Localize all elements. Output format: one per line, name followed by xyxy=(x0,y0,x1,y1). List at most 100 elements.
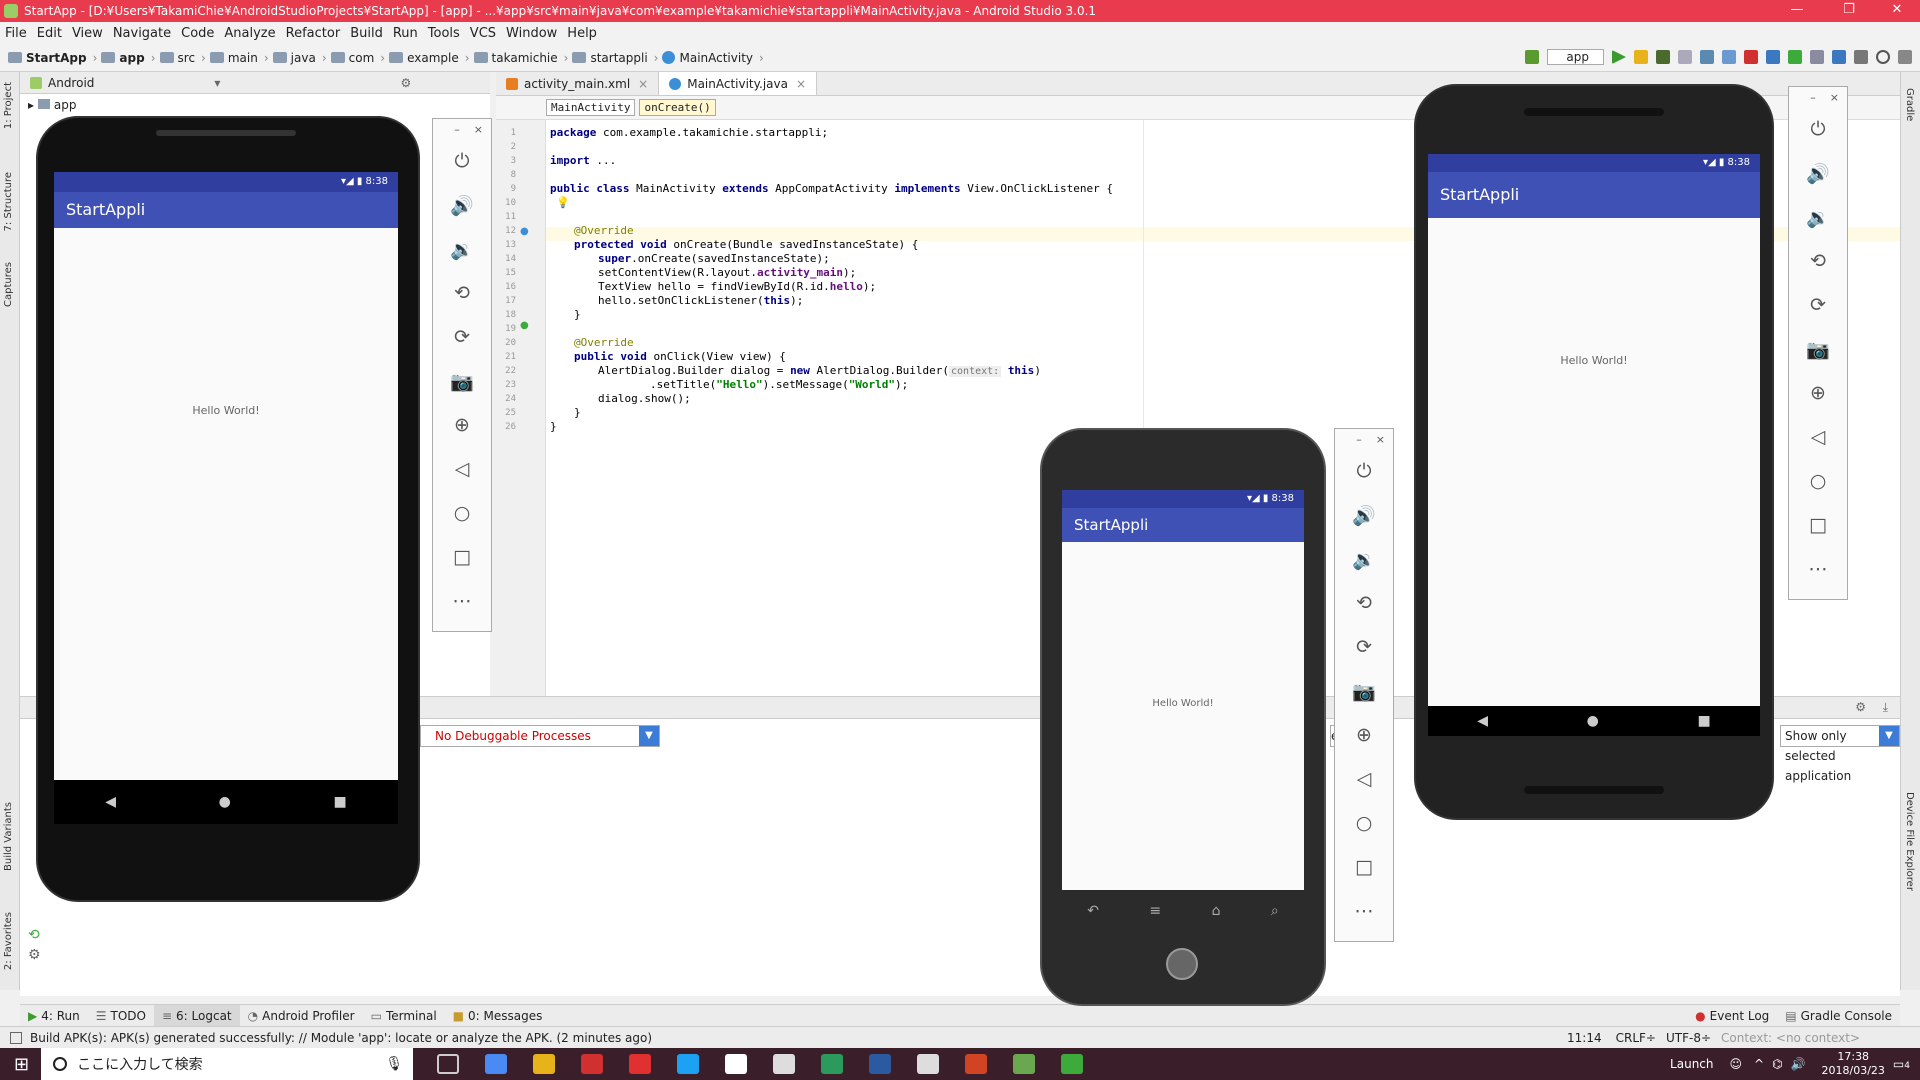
tab-logcat[interactable]: ≡ 6: Logcat xyxy=(153,1004,240,1027)
back-icon[interactable]: ◀ xyxy=(105,794,116,810)
lightbulb-icon[interactable]: 💡 xyxy=(556,196,570,209)
zoom-icon[interactable]: ⊕ xyxy=(1356,713,1372,757)
taskbar-clock[interactable]: 17:38 2018/03/23 xyxy=(1822,1050,1885,1078)
trackball[interactable] xyxy=(1166,948,1198,980)
tab-messages[interactable]: ■ 0: Messages xyxy=(445,1005,551,1027)
cursor-position[interactable]: 11:14 xyxy=(1567,1031,1602,1045)
notification-icon[interactable]: ▭4 xyxy=(1893,1057,1910,1071)
network-icon[interactable]: ⌬ xyxy=(1772,1057,1782,1071)
tab-mainactivity-java[interactable]: MainActivity.java × xyxy=(659,72,818,95)
more-icon[interactable]: ⋯ xyxy=(453,579,472,623)
recents-icon[interactable]: ■ xyxy=(333,794,346,810)
chrome-icon[interactable] xyxy=(485,1054,508,1074)
rotate-right-icon[interactable]: ⟳ xyxy=(1810,283,1826,327)
volume-down-icon[interactable]: 🔉 xyxy=(1806,195,1830,239)
more-icon[interactable]: ⋯ xyxy=(1809,547,1828,591)
tool-device-file-explorer[interactable]: Device File Explorer xyxy=(1904,792,1915,891)
rotate-left-icon[interactable]: ⟲ xyxy=(454,271,470,315)
menu-run[interactable]: Run xyxy=(388,26,423,41)
home-icon[interactable]: ○ xyxy=(454,491,471,535)
home-icon[interactable]: ○ xyxy=(1810,459,1827,503)
project-view-select[interactable]: Android xyxy=(48,76,94,90)
debug-icon[interactable] xyxy=(1656,50,1670,64)
tool-favorites[interactable]: 2: Favorites xyxy=(3,912,14,970)
rotate-left-icon[interactable]: ⟲ xyxy=(1356,581,1372,625)
implement-marker-icon[interactable]: ● xyxy=(520,320,529,331)
toggle-tool-windows-icon[interactable] xyxy=(10,1031,22,1044)
tab-activity-main-xml[interactable]: activity_main.xml × xyxy=(496,72,660,95)
search-icon[interactable]: ⌕ xyxy=(1271,903,1279,919)
structure-icon[interactable] xyxy=(1810,50,1824,64)
volume-up-icon[interactable]: 🔊 xyxy=(1352,493,1376,537)
rotate-left-icon[interactable]: ⟲ xyxy=(1810,239,1826,283)
emulator-icon[interactable] xyxy=(1061,1054,1084,1074)
home-icon[interactable]: ⌂ xyxy=(1212,903,1221,919)
menu-file[interactable]: File xyxy=(0,26,32,41)
back-icon[interactable]: ↶ xyxy=(1087,903,1099,919)
close-icon[interactable]: × xyxy=(796,77,806,91)
power-icon[interactable]: ⏻ xyxy=(1356,449,1371,493)
make-project-icon[interactable] xyxy=(1525,50,1540,64)
crumb-mainactivity[interactable]: MainActivity › xyxy=(662,51,764,65)
task-view-icon[interactable] xyxy=(437,1054,460,1074)
home-icon[interactable]: ● xyxy=(219,794,231,810)
menu-edit[interactable]: Edit xyxy=(32,26,67,41)
minimize-button[interactable]: — xyxy=(1774,0,1820,22)
zoom-icon[interactable]: ⊕ xyxy=(1810,371,1826,415)
publisher-icon[interactable] xyxy=(821,1054,844,1074)
tab-terminal[interactable]: ▭ Terminal xyxy=(363,1005,445,1027)
file-explorer-icon[interactable] xyxy=(533,1054,556,1074)
menu-help[interactable]: Help xyxy=(562,26,602,41)
mail-icon[interactable] xyxy=(773,1054,796,1074)
gear-icon[interactable]: ⚙ xyxy=(400,76,411,90)
menu-analyze[interactable]: Analyze xyxy=(219,26,280,41)
run-icon[interactable] xyxy=(1612,50,1626,64)
zoom-icon[interactable]: ⊕ xyxy=(454,403,470,447)
gradle-sync-icon[interactable] xyxy=(1722,50,1736,64)
camera-icon[interactable]: 📷 xyxy=(450,359,474,403)
search-icon[interactable] xyxy=(1876,50,1890,64)
rotate-right-icon[interactable]: ⟳ xyxy=(1356,625,1372,669)
crumb-main[interactable]: main › xyxy=(209,51,269,65)
tab-run[interactable]: ▶ 4: Run xyxy=(20,1005,88,1027)
menu-tools[interactable]: Tools xyxy=(423,26,465,41)
more-icon[interactable]: ⋯ xyxy=(1355,889,1374,933)
close-icon[interactable]: × xyxy=(1376,433,1385,446)
volume-up-icon[interactable]: 🔊 xyxy=(450,183,474,227)
twitter-icon[interactable] xyxy=(677,1054,700,1074)
phone-screen[interactable]: ▾◢ ▮ 8:38 StartAppli Hello World! ◀ ● ■ xyxy=(54,172,398,824)
launch-label[interactable]: Launch xyxy=(1670,1057,1713,1071)
menu-icon[interactable]: ≡ xyxy=(1149,903,1161,919)
stop-icon[interactable] xyxy=(1744,50,1758,64)
menu-code[interactable]: Code xyxy=(176,26,219,41)
minimize-icon[interactable]: – xyxy=(1810,91,1816,104)
phone-screen[interactable]: ▾◢ ▮ 8:38 StartAppli Hello World! ◀ ● ■ xyxy=(1428,154,1760,736)
app-icon[interactable] xyxy=(629,1054,652,1074)
power-icon[interactable]: ⏻ xyxy=(454,139,469,183)
visual-studio-icon[interactable] xyxy=(869,1054,892,1074)
menu-view[interactable]: View xyxy=(67,26,108,41)
tool-gradle[interactable]: Gradle xyxy=(1904,88,1915,121)
chevron-down-icon[interactable]: ▾ xyxy=(214,76,220,90)
todoist-icon[interactable] xyxy=(581,1054,604,1074)
line-separator[interactable]: CRLF÷ xyxy=(1616,1031,1656,1045)
crumb-takamichie[interactable]: takamichie › xyxy=(473,51,568,65)
back-icon[interactable]: ◁ xyxy=(1357,757,1372,801)
close-button[interactable]: ✕ xyxy=(1874,0,1920,22)
tab-gradle-console[interactable]: ▤ Gradle Console xyxy=(1777,1005,1900,1027)
tool-structure[interactable]: 7: Structure xyxy=(3,172,14,231)
tab-android-profiler[interactable]: ◔ Android Profiler xyxy=(240,1005,363,1027)
taskbar-search[interactable]: ここに入力して検索 🎙 xyxy=(41,1048,414,1080)
windows-start-icon[interactable]: ⊞ xyxy=(14,1054,29,1075)
home-icon[interactable]: ○ xyxy=(1356,801,1373,845)
crumb-src[interactable]: src › xyxy=(159,51,206,65)
tool-build-variants[interactable]: Build Variants xyxy=(3,802,14,871)
overview-icon[interactable]: □ xyxy=(1809,503,1827,547)
help-icon[interactable] xyxy=(1898,50,1912,64)
tray-chevron-icon[interactable]: ^ xyxy=(1754,1057,1764,1071)
back-icon[interactable]: ◁ xyxy=(455,447,470,491)
volume-down-icon[interactable]: 🔉 xyxy=(450,227,474,271)
microphone-icon[interactable]: 🎙 xyxy=(385,1056,403,1072)
tray-people-icon[interactable]: ☺ xyxy=(1730,1057,1743,1071)
crumb-java[interactable]: java › xyxy=(272,51,327,65)
